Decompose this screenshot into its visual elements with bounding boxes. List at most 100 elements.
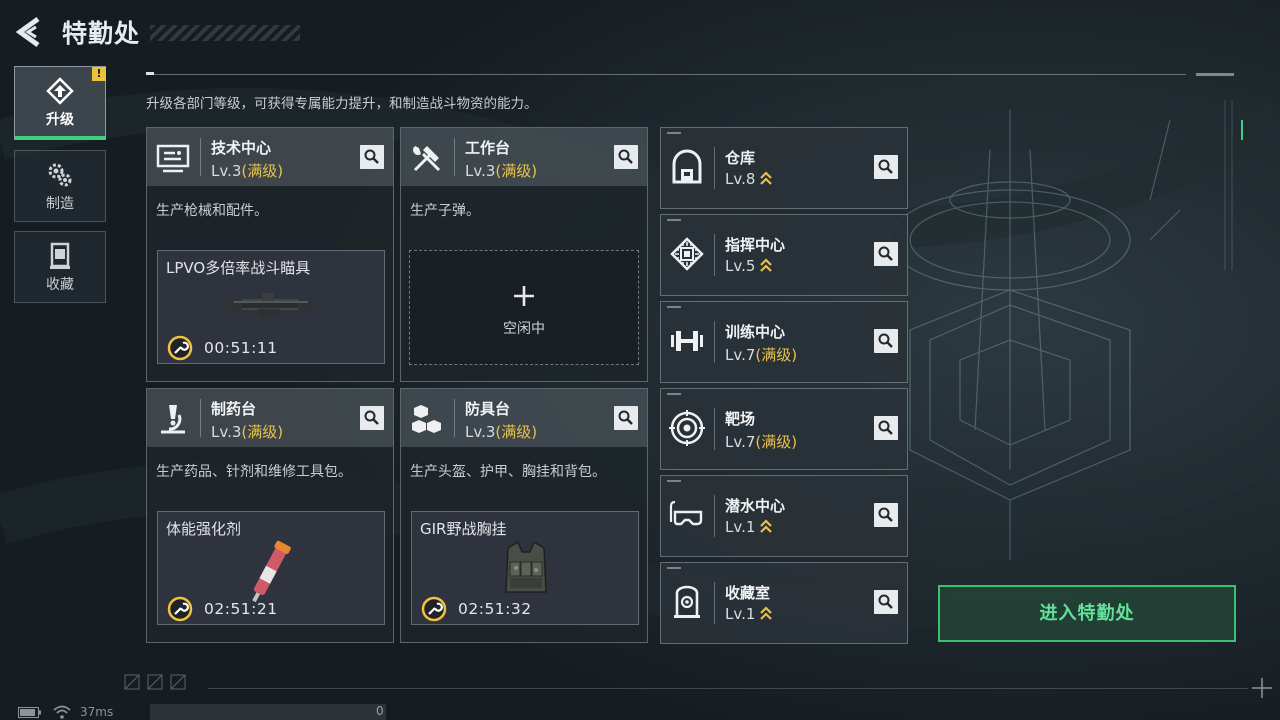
search-icon[interactable] (874, 329, 898, 353)
max-level-tag: (满级) (495, 162, 538, 180)
search-icon[interactable] (874, 155, 898, 179)
search-icon[interactable] (360, 406, 384, 430)
idle-production-slot[interactable]: 空闲中 (409, 250, 639, 365)
facility-name: 收藏室 (725, 584, 771, 602)
facility-collection-room[interactable]: 收藏室 Lv.1 (660, 562, 908, 644)
back-arrow-icon[interactable] (14, 16, 44, 48)
search-icon[interactable] (360, 145, 384, 169)
card-separator (714, 147, 715, 189)
workshop-card-tech-center[interactable]: 技术中心 Lv.3(满级) 生产枪械和配件。 LPVO多倍率战斗瞄具 00:51… (146, 127, 394, 382)
production-item-name: GIR野战胸挂 (420, 520, 507, 538)
level-value: Lv.3 (211, 423, 242, 441)
max-level-tag: (满级) (241, 423, 284, 441)
facility-warehouse[interactable]: 仓库 Lv.8 (660, 127, 908, 209)
upgrade-chevron-icon (760, 519, 773, 533)
workshop-name: 防具台 (465, 400, 511, 418)
chat-input-bar[interactable] (150, 704, 386, 720)
level-value: Lv.7 (725, 433, 756, 451)
card-separator (714, 408, 715, 450)
card-separator (200, 399, 201, 437)
workshop-card-armor-bench[interactable]: 防具台 Lv.3(满级) 生产头盔、护甲、胸挂和背包。 GIR野战胸挂 02:5… (400, 388, 648, 643)
facility-level: Lv.7(满级) (725, 431, 797, 452)
search-icon[interactable] (874, 503, 898, 527)
production-timer: 02:51:21 (204, 600, 278, 618)
timer-wrench-icon (167, 596, 193, 622)
tab-collection[interactable]: 收藏 (14, 231, 106, 303)
workbench-icon (413, 146, 441, 172)
max-level-tag: (满级) (495, 423, 538, 441)
facility-name: 潜水中心 (725, 497, 786, 515)
chest-rig-image (505, 540, 547, 593)
bottom-decoration (124, 674, 186, 690)
search-icon[interactable] (614, 406, 638, 430)
level-value: Lv.1 (725, 518, 756, 536)
corner-plus-decoration (1252, 678, 1272, 698)
facility-name: 训练中心 (725, 323, 786, 341)
workshop-description: 生产头盔、护甲、胸挂和背包。 (410, 464, 606, 480)
bottom-divider (208, 688, 1248, 689)
card-separator (714, 495, 715, 537)
corner-tick (667, 567, 681, 569)
search-icon[interactable] (874, 590, 898, 614)
scope-image (228, 293, 314, 318)
facility-training-center[interactable]: 训练中心 Lv.7(满级) (660, 301, 908, 383)
divider-line (146, 74, 1186, 75)
warehouse-icon (672, 149, 702, 184)
workshop-name: 制药台 (211, 400, 257, 418)
workshop-card-pharmacy[interactable]: 制药台 Lv.3(满级) 生产药品、针剂和维修工具包。 体能强化剂 02:51:… (146, 388, 394, 643)
level-value: Lv.1 (725, 605, 756, 623)
production-slot[interactable]: LPVO多倍率战斗瞄具 00:51:11 (157, 250, 385, 364)
battery-icon (18, 707, 41, 718)
production-timer: 02:51:32 (458, 600, 532, 618)
tech-center-icon (156, 144, 190, 173)
corner-tick (667, 393, 681, 395)
workshop-card-workbench[interactable]: 工作台 Lv.3(满级) 生产子弹。 空闲中 (400, 127, 648, 382)
card-separator (454, 138, 455, 176)
workshop-level: Lv.3(满级) (465, 421, 537, 442)
max-level-tag: (满级) (755, 433, 798, 451)
search-icon[interactable] (874, 416, 898, 440)
chat-input-count: 0 (376, 704, 384, 718)
facility-level: Lv.1 (725, 518, 773, 536)
diving-mask-icon (669, 500, 703, 526)
facility-name: 指挥中心 (725, 236, 786, 254)
corner-tick (667, 306, 681, 308)
facility-level: Lv.1 (725, 605, 773, 623)
divider-cap (146, 72, 154, 75)
production-slot[interactable]: GIR野战胸挂 02:51:32 (411, 511, 639, 625)
facility-level: Lv.8 (725, 170, 773, 188)
level-value: Lv.3 (465, 162, 496, 180)
idle-label: 空闲中 (503, 321, 545, 337)
card-separator (454, 399, 455, 437)
facility-level: Lv.7(满级) (725, 344, 797, 365)
armor-bench-icon (412, 405, 441, 433)
max-level-tag: (满级) (241, 162, 284, 180)
divider-tail (1196, 73, 1234, 76)
title-decoration (150, 25, 300, 41)
tab-manufacture-label: 制造 (46, 196, 74, 212)
enter-special-ops-button[interactable]: 进入特勤处 (938, 585, 1236, 642)
max-level-tag: (满级) (755, 346, 798, 364)
upgrade-chevron-icon (760, 258, 773, 272)
workshop-level: Lv.3(满级) (211, 421, 283, 442)
workshop-level: Lv.3(满级) (211, 160, 283, 181)
workshop-description: 生产子弹。 (410, 203, 480, 219)
facility-diving-center[interactable]: 潜水中心 Lv.1 (660, 475, 908, 557)
tab-manufacture[interactable]: 制造 (14, 150, 106, 222)
search-icon[interactable] (874, 242, 898, 266)
warning-badge: ! (92, 67, 106, 81)
level-value: Lv.7 (725, 346, 756, 364)
workshop-level: Lv.3(满级) (465, 160, 537, 181)
card-separator (200, 138, 201, 176)
card-separator (714, 582, 715, 624)
facility-command-center[interactable]: 指挥中心 Lv.5 (660, 214, 908, 296)
facility-shooting-range[interactable]: 靶场 Lv.7(满级) (660, 388, 908, 470)
gears-icon (48, 163, 72, 187)
corner-tick (667, 219, 681, 221)
tab-upgrade-label: 升级 (46, 112, 74, 128)
collection-icon (50, 242, 70, 269)
production-slot[interactable]: 体能强化剂 02:51:21 (157, 511, 385, 625)
timer-wrench-icon (167, 335, 193, 361)
search-icon[interactable] (614, 145, 638, 169)
ping-readout: 37ms (80, 705, 114, 719)
